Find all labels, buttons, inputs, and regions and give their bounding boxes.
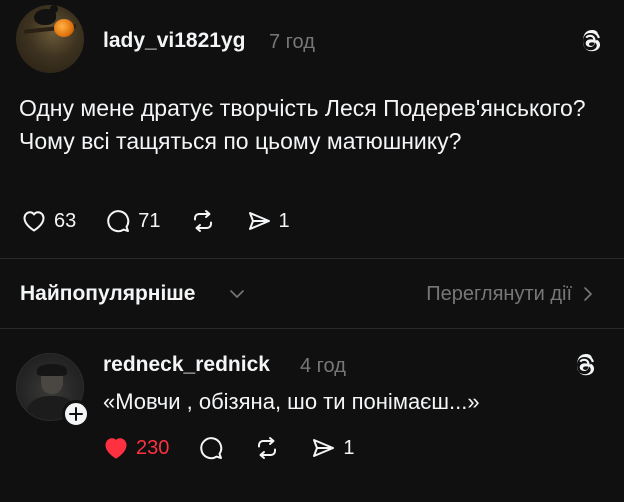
sort-dropdown[interactable]: Найпопулярніше xyxy=(20,282,195,306)
reply-timestamp: 4 год xyxy=(300,355,346,377)
post-timestamp: 7 год xyxy=(269,31,315,53)
comment-button[interactable] xyxy=(197,434,225,462)
chevron-down-icon[interactable] xyxy=(229,286,245,302)
chevron-right-icon[interactable] xyxy=(580,286,596,302)
reply-body-text: «Мовчи , обізяна, шо ти понімаєш...» xyxy=(103,389,480,414)
post-actions: 63 71 1 xyxy=(20,207,318,235)
threads-logo-icon[interactable] xyxy=(572,351,600,379)
comment-bubble-icon xyxy=(107,210,130,233)
send-icon xyxy=(248,212,270,230)
view-activity-link[interactable]: Переглянути дії xyxy=(426,283,572,306)
repost-icon xyxy=(258,437,277,459)
like-button[interactable]: 63 xyxy=(20,207,76,235)
repost-icon xyxy=(193,210,212,232)
share-button[interactable]: 1 xyxy=(309,434,355,462)
like-button[interactable]: 230 xyxy=(102,434,169,462)
like-count: 63 xyxy=(54,209,77,232)
send-icon xyxy=(313,439,335,457)
heart-filled-icon xyxy=(105,438,127,459)
replies-sort-bar: Найпопулярніше Переглянути дії xyxy=(0,258,624,328)
plus-icon xyxy=(69,407,83,421)
comment-button[interactable]: 71 xyxy=(104,207,161,235)
divider xyxy=(0,328,624,329)
share-count: 1 xyxy=(343,436,355,459)
post-body-text: Одну мене дратує творчість Леся Подерев'… xyxy=(19,95,586,154)
like-count: 230 xyxy=(136,436,170,459)
post-author-avatar[interactable] xyxy=(16,5,84,73)
repost-button[interactable] xyxy=(189,207,217,235)
share-count: 1 xyxy=(278,209,290,232)
repost-button[interactable] xyxy=(253,434,281,462)
threads-logo-icon[interactable] xyxy=(578,27,606,55)
reply-author-username[interactable]: redneck_rednick xyxy=(103,353,270,377)
thread-post: lady_vi1821yg 7 год Одну мене дратує тво… xyxy=(0,0,624,258)
post-author-username[interactable]: lady_vi1821yg xyxy=(103,29,245,53)
comment-count: 71 xyxy=(138,209,161,232)
follow-button[interactable] xyxy=(62,400,90,428)
reply-actions: 230 1 xyxy=(102,434,383,462)
heart-icon xyxy=(23,211,45,232)
comment-bubble-icon xyxy=(200,437,223,460)
share-button[interactable]: 1 xyxy=(245,207,290,235)
